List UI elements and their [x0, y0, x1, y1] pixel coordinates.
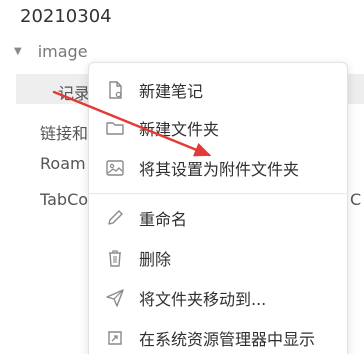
tree-item-links[interactable]: 链接和	[40, 120, 88, 144]
open-external-icon	[105, 328, 125, 348]
tree-item-roam[interactable]: Roam	[40, 154, 86, 173]
menu-item-label: 新建笔记	[139, 82, 204, 101]
vault-title[interactable]: 20210304	[20, 6, 112, 27]
image-icon	[105, 158, 125, 178]
menu-item-label: 将其设置为附件文件夹	[139, 160, 300, 179]
menu-item-label: 在系统资源管理器中显示	[139, 330, 316, 349]
send-icon	[105, 288, 125, 308]
menu-item-move-folder[interactable]: 将文件夹移动到...	[89, 281, 347, 315]
context-menu: 新建笔记 新建文件夹 将其设置为附件文件夹 重命名 删除 将文件夹移动到... …	[88, 62, 348, 354]
folder-image[interactable]: ▼ image	[14, 42, 88, 61]
menu-item-show-in-explorer[interactable]: 在系统资源管理器中显示	[89, 321, 347, 354]
folder-label: image	[37, 42, 88, 61]
trash-icon	[105, 248, 125, 268]
menu-item-rename[interactable]: 重命名	[89, 201, 347, 235]
pencil-icon	[105, 208, 125, 228]
tree-item-tabco[interactable]: TabCo	[40, 190, 88, 209]
tree-item-truncated: C	[350, 190, 362, 209]
menu-item-label: 将文件夹移动到...	[139, 290, 267, 309]
tree-item-note[interactable]: 记录	[58, 80, 90, 104]
menu-item-label: 新建文件夹	[139, 120, 220, 139]
caret-down-icon[interactable]: ▼	[14, 46, 22, 57]
menu-item-label: 重命名	[139, 210, 188, 229]
menu-item-new-note[interactable]: 新建笔记	[89, 73, 347, 107]
new-note-icon	[105, 80, 125, 100]
menu-item-label: 删除	[139, 250, 172, 269]
menu-divider	[89, 193, 347, 194]
menu-item-delete[interactable]: 删除	[89, 241, 347, 275]
menu-item-new-folder[interactable]: 新建文件夹	[89, 111, 347, 145]
menu-item-set-attachment-folder[interactable]: 将其设置为附件文件夹	[89, 151, 347, 185]
app-window: 20210304 ▼ image 记录 链接和 Roam TabCo C 新建笔…	[0, 0, 364, 354]
folder-icon	[105, 118, 125, 138]
